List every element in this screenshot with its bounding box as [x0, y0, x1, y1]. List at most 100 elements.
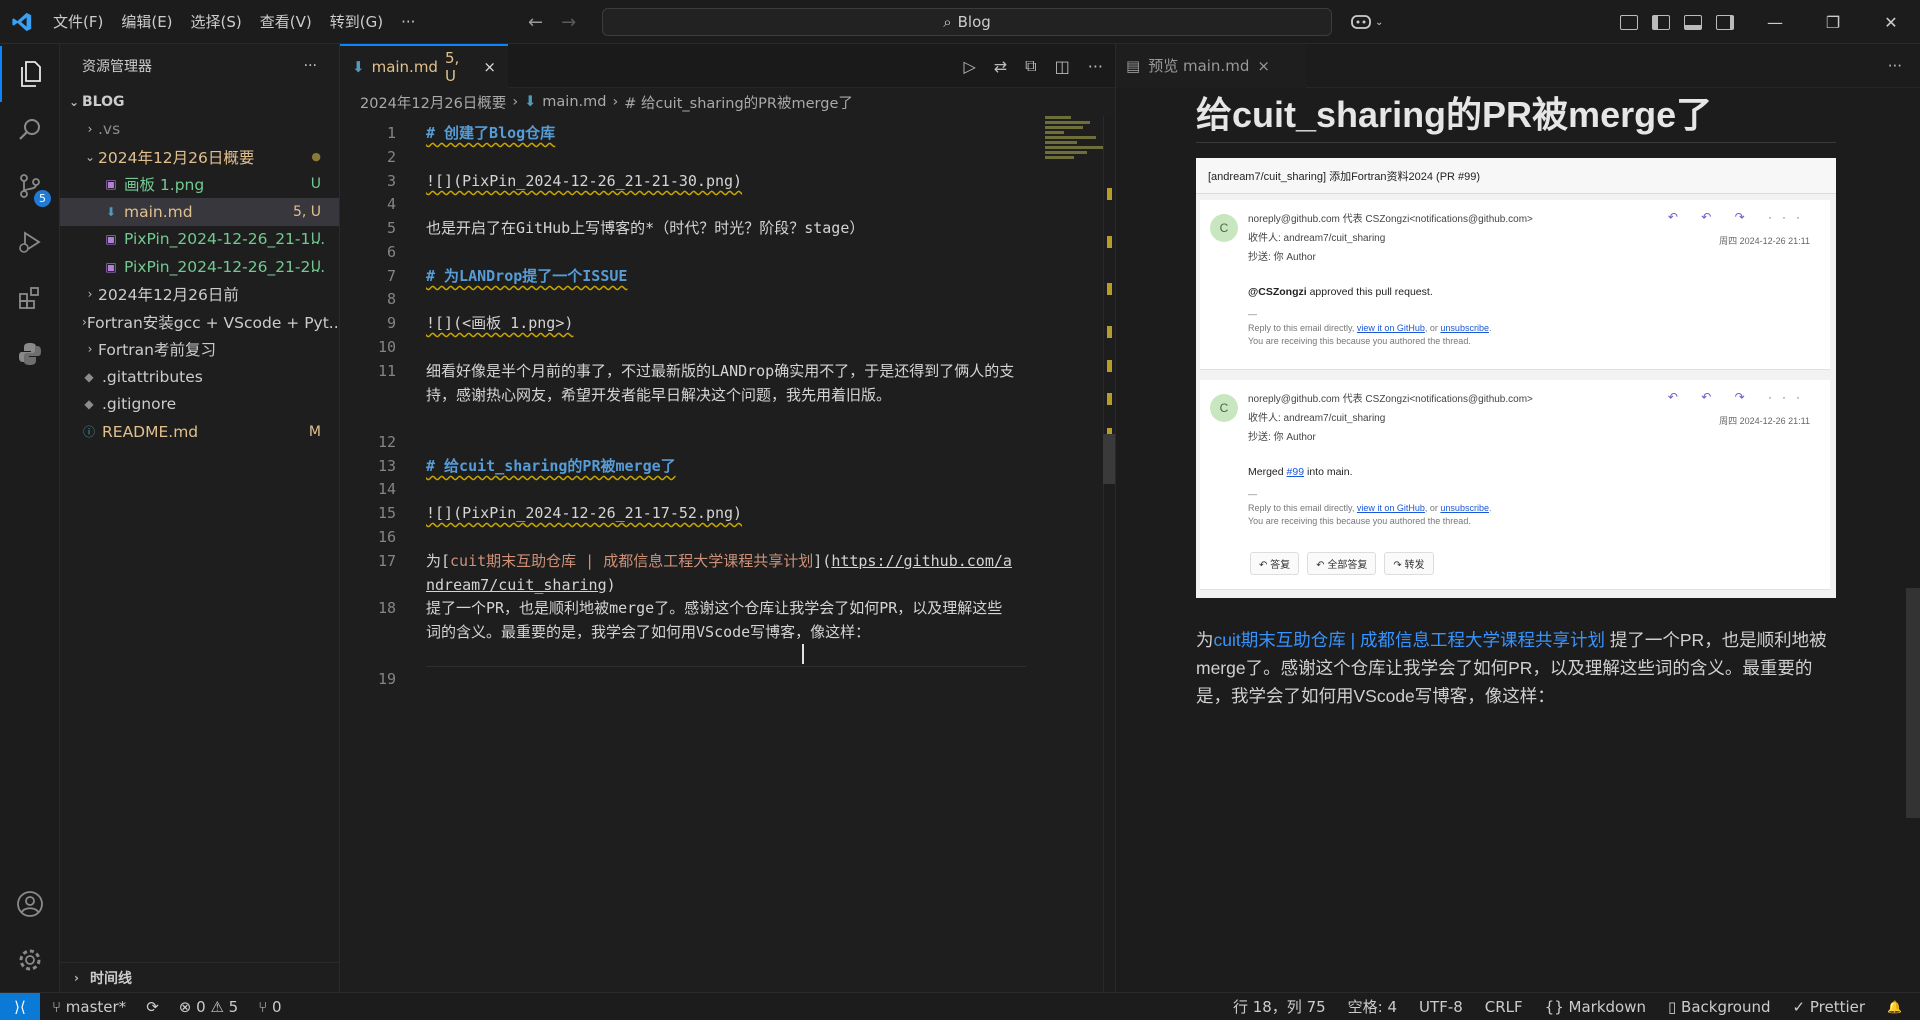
sync-icon[interactable]: ⟳: [146, 998, 159, 1016]
tree-item-png[interactable]: ▣ 画板 1.png U: [60, 171, 339, 199]
command-center-search[interactable]: ⌕ Blog: [602, 8, 1332, 36]
code-line-13[interactable]: # 给cuit_sharing的PR被merge了: [426, 455, 1016, 479]
view-on-github-link: view it on GitHub: [1356, 323, 1425, 333]
explorer-more-button[interactable]: ···: [304, 58, 317, 74]
account-icon[interactable]: [0, 876, 60, 932]
email-from: noreply@github.com 代表 CSZongzi<notificat…: [1248, 394, 1533, 405]
code-line-18[interactable]: 提了一个PR，也是顺利地被merge了。感谢这个仓库让我学会了如何PR，以及理解…: [426, 597, 1016, 644]
split-editor-icon[interactable]: ◫: [1055, 57, 1070, 76]
branch-indicator[interactable]: ⑂ master*: [52, 998, 126, 1016]
editor-scrollbar[interactable]: [1103, 434, 1115, 484]
menu-go[interactable]: 转到(G): [321, 11, 392, 32]
maximize-button[interactable]: ❐: [1804, 13, 1862, 32]
python-icon[interactable]: [0, 326, 60, 382]
tree-item-pixpin-1[interactable]: ▣ PixPin_2024-12-26_21-1... U: [60, 226, 339, 254]
tree-item-folder-before[interactable]: › 2024年12月26日前: [60, 281, 339, 309]
minimap[interactable]: [1045, 116, 1109, 164]
tree-item-readme[interactable]: ⓘ README.md M: [60, 418, 339, 446]
code-line-15[interactable]: ![](PixPin_2024-12-26_21-17-52.png): [426, 502, 1016, 526]
code-line-3[interactable]: ![](PixPin_2024-12-26_21-21-30.png): [426, 170, 1016, 194]
copilot-icon[interactable]: ⌄: [1350, 0, 1383, 44]
source-control-icon[interactable]: 5: [0, 158, 60, 214]
extensions-icon[interactable]: [0, 270, 60, 326]
preview-icon: ▤: [1126, 56, 1141, 75]
breadcrumb-symbol[interactable]: # 给cuit_sharing的PR被merge了: [624, 92, 853, 113]
preview-text: 为: [1196, 630, 1214, 650]
menu-file[interactable]: 文件(F): [44, 11, 112, 32]
preview-more-button[interactable]: ···: [1888, 57, 1902, 75]
email-footer: Reply to this email directly, view it on…: [1248, 322, 1491, 348]
prettier-status[interactable]: ✓ Prettier: [1793, 998, 1866, 1016]
close-tab-button[interactable]: ×: [483, 58, 496, 76]
background-extension[interactable]: ▯ Background: [1668, 998, 1771, 1016]
tree-item-main-md[interactable]: ⬇ main.md 5, U: [60, 198, 339, 226]
breadcrumb-folder[interactable]: 2024年12月26日概要: [360, 92, 506, 113]
tree-item-folder-fortran-install[interactable]: › Fortran安装gcc + VScode + Pyt...: [60, 308, 339, 336]
compare-changes-icon[interactable]: ⇄: [994, 57, 1007, 76]
code-line-5[interactable]: 也是开启了在GitHub上写博客的*（时代？时光？阶段？stage）: [426, 217, 1016, 241]
code-line-1[interactable]: # 创建了Blog仓库: [426, 122, 1016, 146]
settings-gear-icon[interactable]: [0, 932, 60, 988]
preview-embedded-screenshot: [andream7/cuit_sharing] 添加Fortran资料2024 …: [1196, 158, 1836, 598]
close-tab-button[interactable]: ×: [1257, 57, 1270, 75]
overview-ruler[interactable]: [1103, 116, 1115, 992]
tree-item-folder-overview[interactable]: ⌄ 2024年12月26日概要 ●: [60, 143, 339, 171]
more-actions-icon[interactable]: ···: [1088, 57, 1103, 76]
chevron-right-icon: ›: [74, 970, 79, 985]
email-cc: 抄送: 你 Author: [1248, 252, 1316, 263]
chevron-right-icon: ›: [87, 287, 93, 302]
cursor-position[interactable]: 行 18，列 75: [1233, 996, 1326, 1017]
toggle-secondary-sidebar-icon[interactable]: [1716, 14, 1734, 30]
minimize-button[interactable]: —: [1746, 13, 1804, 32]
back-arrow-icon[interactable]: ←: [528, 12, 543, 33]
language-mode[interactable]: {} Markdown: [1545, 998, 1646, 1016]
tree-item-folder-fortran-review[interactable]: › Fortran考前复习: [60, 336, 339, 364]
preview-link[interactable]: cuit期末互助仓库 | 成都信息工程大学课程共享计划: [1214, 630, 1606, 650]
end-of-line[interactable]: CRLF: [1485, 998, 1523, 1016]
toggle-panel-icon[interactable]: [1684, 14, 1702, 30]
toggle-sidebar-icon[interactable]: [1652, 14, 1670, 30]
menu-selection[interactable]: 选择(S): [182, 11, 251, 32]
code-line-7[interactable]: # 为LANDrop提了一个ISSUE: [426, 265, 1016, 289]
unsubscribe-link: unsubscribe: [1440, 323, 1489, 333]
line-number: 8: [386, 290, 396, 308]
run-debug-icon[interactable]: [0, 214, 60, 270]
workspace-root[interactable]: ⌄ BLOG: [60, 88, 339, 116]
tree-item-gitattributes[interactable]: ◆ .gitattributes: [60, 363, 339, 391]
notifications-bell-icon[interactable]: 🔔: [1887, 1000, 1902, 1014]
preview-tab-label: 预览 main.md: [1148, 57, 1250, 75]
menu-more[interactable]: ···: [392, 13, 424, 31]
explorer-icon[interactable]: [0, 46, 60, 102]
tab-preview-main-md[interactable]: ▤ 预览 main.md ×: [1116, 43, 1306, 88]
code-line-17[interactable]: 为[cuit期末互助仓库 | 成都信息工程大学课程共享计划](https://g…: [426, 550, 1016, 597]
tree-item-gitignore[interactable]: ◆ .gitignore: [60, 391, 339, 419]
code-line-11[interactable]: 细看好像是半个月前的事了，不过最新版的LANDrop确实用不了，于是还得到了俩人…: [426, 360, 1016, 407]
search-icon[interactable]: [0, 102, 60, 158]
ports-indicator[interactable]: ⑂ 0: [258, 998, 281, 1016]
remote-indicator-icon[interactable]: ⟩⟨: [0, 992, 40, 1020]
status-right: 行 18，列 75 空格: 4 UTF-8 CRLF {} Markdown ▯…: [1233, 996, 1902, 1017]
close-window-button[interactable]: ✕: [1862, 13, 1920, 32]
breadcrumb-file[interactable]: main.md: [542, 94, 606, 110]
problems-indicator[interactable]: ⊗ 0 ⚠ 5: [179, 998, 238, 1016]
reply-button: ↶ 答复: [1250, 552, 1300, 575]
encoding[interactable]: UTF-8: [1419, 998, 1463, 1016]
git-status: U: [310, 176, 321, 193]
tree-item-label: .vs: [98, 120, 121, 139]
menu-edit[interactable]: 编辑(E): [112, 11, 181, 32]
tree-item-vs[interactable]: › .vs: [60, 116, 339, 144]
email-card-2: C noreply@github.com 代表 CSZongzi<notific…: [1200, 380, 1830, 590]
run-icon[interactable]: ▷: [963, 57, 975, 76]
menu-view[interactable]: 查看(V): [251, 11, 321, 32]
tab-main-md[interactable]: ⬇ main.md 5, U ×: [340, 43, 508, 88]
tree-item-pixpin-2[interactable]: ▣ PixPin_2024-12-26_21-2... U: [60, 253, 339, 281]
timeline-section[interactable]: › 时间线: [60, 962, 339, 992]
code-line-9[interactable]: ![](<画板 1.png>): [426, 312, 1016, 336]
customize-layout-icon[interactable]: [1620, 14, 1638, 30]
forward-arrow-icon[interactable]: →: [561, 12, 576, 33]
open-preview-icon[interactable]: ⧉: [1025, 56, 1036, 76]
code-link-text: cuit期末互助仓库 | 成都信息工程大学课程共享计划: [450, 552, 814, 570]
preview-scrollbar[interactable]: [1906, 588, 1920, 818]
indentation[interactable]: 空格: 4: [1348, 996, 1397, 1017]
markdown-preview-group: ▤ 预览 main.md × ··· 给cuit_sharing的PR被merg…: [1115, 43, 1920, 992]
